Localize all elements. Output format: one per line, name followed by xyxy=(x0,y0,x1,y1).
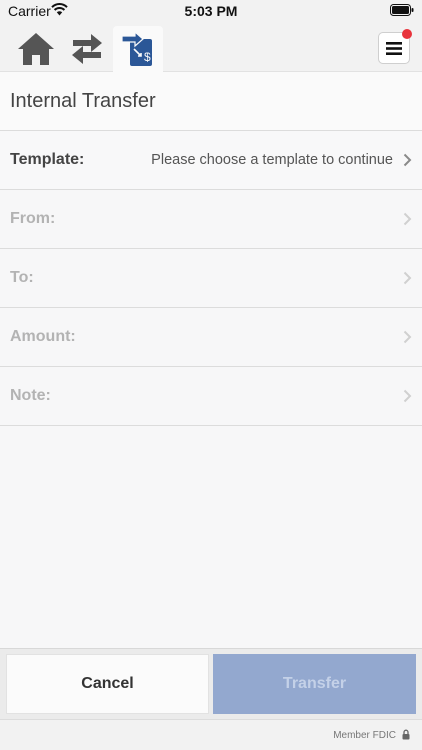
internal-transfer-icon: $ xyxy=(121,31,152,66)
internal-transfer-button[interactable]: $ xyxy=(113,26,163,72)
from-row[interactable]: From: xyxy=(0,190,422,249)
amount-label: Amount: xyxy=(10,328,76,345)
transfer-button[interactable]: Transfer xyxy=(213,654,416,714)
chevron-right-icon xyxy=(403,271,412,285)
member-fdic-text: Member FDIC xyxy=(333,730,396,741)
amount-row[interactable]: Amount: xyxy=(0,308,422,367)
page-title: Internal Transfer xyxy=(0,72,422,131)
hamburger-menu-icon xyxy=(386,41,402,55)
svg-text:$: $ xyxy=(144,50,151,64)
template-label: Template: xyxy=(10,151,85,168)
chevron-right-icon xyxy=(403,212,412,226)
battery-icon xyxy=(390,4,414,16)
status-time: 5:03 PM xyxy=(184,3,238,19)
to-label: To: xyxy=(10,269,34,286)
to-row[interactable]: To: xyxy=(0,249,422,308)
note-label: Note: xyxy=(10,387,51,404)
template-value: Please choose a template to continue xyxy=(151,152,393,168)
chevron-right-icon xyxy=(403,389,412,403)
status-bar: Carrier 5:03 PM xyxy=(0,0,422,22)
from-label: From: xyxy=(10,210,56,227)
notification-badge xyxy=(402,29,412,39)
chevron-right-icon xyxy=(403,153,412,167)
transfers-button[interactable] xyxy=(62,26,112,72)
home-icon xyxy=(18,33,54,65)
chevron-right-icon xyxy=(403,330,412,344)
menu-button[interactable] xyxy=(378,29,412,64)
cancel-button[interactable]: Cancel xyxy=(6,654,209,714)
footer: Member FDIC xyxy=(0,719,422,750)
note-row[interactable]: Note: xyxy=(0,367,422,426)
top-toolbar: $ xyxy=(0,22,422,72)
lock-icon xyxy=(402,729,410,740)
action-bar: Cancel Transfer xyxy=(0,648,422,719)
transfers-icon xyxy=(72,34,102,64)
home-button[interactable] xyxy=(11,26,61,72)
template-row[interactable]: Template: Please choose a template to co… xyxy=(0,131,422,190)
